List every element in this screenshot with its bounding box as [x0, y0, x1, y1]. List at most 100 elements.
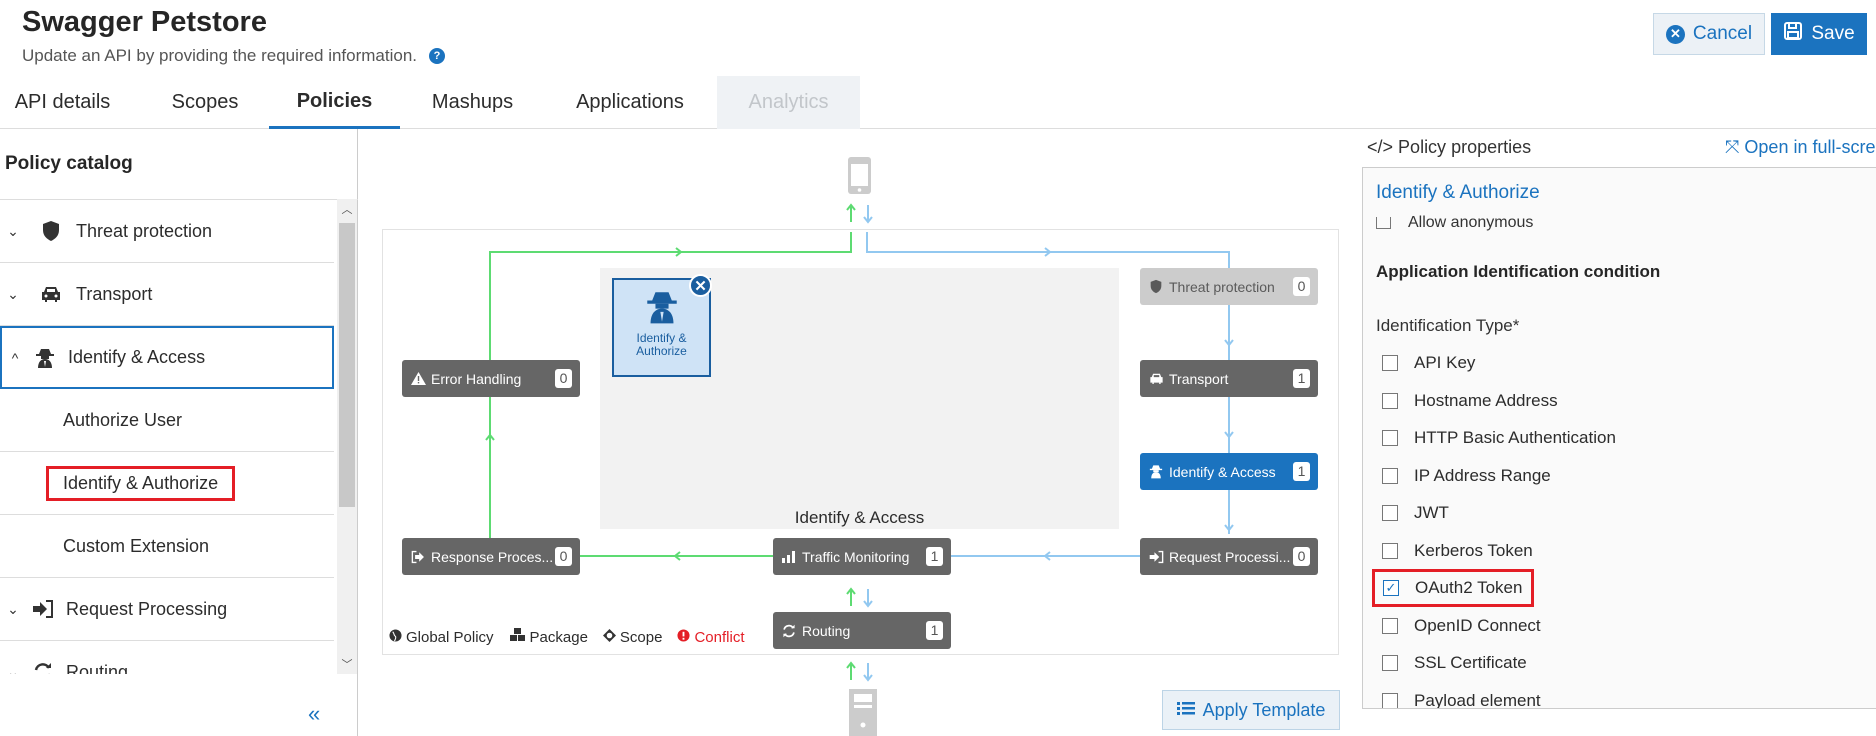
node-label: Threat protection — [1169, 278, 1275, 295]
option-label: Payload element — [1414, 691, 1541, 709]
warning-icon — [410, 372, 426, 385]
node-label: Identify & Access — [1169, 463, 1276, 480]
car-icon — [1148, 372, 1164, 385]
apply-template-button[interactable]: Apply Template — [1162, 690, 1340, 730]
node-label: Traffic Monitoring — [802, 548, 910, 565]
option-label: HTTP Basic Authentication — [1414, 428, 1616, 447]
sign-out-icon — [410, 550, 426, 564]
node-transport[interactable]: Transport 1 — [1140, 360, 1318, 397]
checkbox[interactable] — [1382, 430, 1398, 446]
node-count: 1 — [1293, 369, 1310, 388]
option-api-key[interactable]: API Key — [1382, 350, 1475, 376]
node-request-processing[interactable]: Request Processi... 0 — [1140, 538, 1318, 575]
mobile-client-icon — [848, 157, 871, 194]
checkbox[interactable] — [1382, 543, 1398, 559]
node-label: Error Handling — [431, 370, 522, 387]
code-icon: </> — [1367, 137, 1394, 157]
legend-label: Conflict — [694, 628, 745, 646]
arrow-down-icon — [863, 205, 873, 224]
policy-properties-heading: </> Policy properties — [1367, 137, 1531, 158]
shield-icon — [1148, 279, 1164, 294]
legend-label: Package — [529, 628, 588, 646]
policy-title: Identify & Authorize — [1376, 182, 1540, 203]
node-label: Response Proces... — [431, 548, 554, 565]
arrow-down-icon — [863, 589, 873, 608]
node-identify-access[interactable]: Identify & Access 1 — [1140, 453, 1318, 490]
legend-label: Scope — [619, 628, 663, 646]
option-kerberos-token[interactable]: Kerberos Token — [1382, 538, 1533, 564]
node-error-handling[interactable]: Error Handling 0 — [402, 360, 580, 397]
node-count: 0 — [555, 369, 572, 388]
option-label: Hostname Address — [1414, 391, 1558, 410]
checkbox-label: Allow anonymous — [1408, 214, 1534, 231]
allow-anonymous-checkbox[interactable]: Allow anonymous — [1376, 214, 1533, 232]
option-label: API Key — [1414, 353, 1476, 372]
option-ssl-certificate[interactable]: SSL Certificate — [1382, 650, 1527, 676]
node-label: Routing — [802, 622, 851, 639]
checkbox[interactable] — [1382, 468, 1398, 484]
node-count: 1 — [1293, 462, 1310, 481]
option-label: OAuth2 Token — [1415, 578, 1523, 597]
checkbox[interactable] — [1376, 217, 1391, 229]
legend-package: Package — [509, 628, 588, 646]
node-routing[interactable]: Routing 1 — [773, 612, 951, 649]
policy-properties-label: Policy properties — [1398, 137, 1532, 157]
option-oauth2-token[interactable]: ✓ OAuth2 Token — [1372, 569, 1535, 607]
exclamation-circle-icon — [677, 628, 691, 646]
policy-properties-panel: Identify & Authorize Allow anonymous App… — [1362, 167, 1876, 709]
option-label: SSL Certificate — [1414, 653, 1527, 672]
globe-icon — [389, 628, 402, 646]
cubes-icon — [509, 628, 526, 646]
server-icon — [849, 689, 877, 736]
option-http-basic-auth[interactable]: HTTP Basic Authentication — [1382, 425, 1616, 451]
option-label: Kerberos Token — [1414, 541, 1533, 560]
node-label: Request Processi... — [1169, 548, 1291, 565]
option-payload-element[interactable]: Payload element — [1382, 688, 1541, 709]
legend-scope: Scope — [602, 628, 663, 646]
node-count: 1 — [926, 621, 943, 640]
node-count: 1 — [926, 547, 943, 566]
fullscreen-label: Open in full-scre — [1744, 137, 1876, 157]
node-label: Transport — [1169, 370, 1229, 387]
spy-icon — [1148, 464, 1164, 479]
option-label: IP Address Range — [1414, 466, 1551, 485]
legend-global-policy: Global Policy — [389, 628, 494, 646]
option-openid-connect[interactable]: OpenID Connect — [1382, 613, 1541, 639]
checkbox[interactable] — [1382, 393, 1398, 409]
checkbox[interactable] — [1382, 505, 1398, 521]
arrow-up-icon — [846, 587, 856, 606]
identification-type-label: Identification Type* — [1376, 316, 1520, 335]
section-title: Application Identification condition — [1376, 262, 1661, 281]
sign-in-icon — [1148, 550, 1164, 564]
expand-icon: ⤧ — [1725, 137, 1740, 157]
node-count: 0 — [555, 547, 572, 566]
option-label: JWT — [1414, 503, 1449, 522]
option-jwt[interactable]: JWT — [1382, 500, 1449, 526]
legend-conflict: Conflict — [677, 628, 745, 646]
node-count: 0 — [1293, 547, 1310, 566]
checkbox[interactable] — [1382, 355, 1398, 371]
arrow-up-icon — [846, 203, 856, 222]
checkbox[interactable] — [1382, 693, 1398, 708]
node-response-processing[interactable]: Response Proces... 0 — [402, 538, 580, 575]
option-ip-address-range[interactable]: IP Address Range — [1382, 463, 1551, 489]
remove-policy-icon[interactable]: ✕ — [689, 274, 712, 297]
checkbox-checked[interactable]: ✓ — [1383, 580, 1399, 596]
open-fullscreen-link[interactable]: ⤧ Open in full-scre — [1725, 137, 1875, 158]
crosshair-icon — [602, 628, 616, 646]
policy-card-label: Identify & Authorize — [636, 331, 687, 358]
legend-label: Global Policy — [406, 628, 494, 646]
bar-chart-icon — [781, 550, 797, 563]
option-label: OpenID Connect — [1414, 616, 1541, 635]
list-icon — [1176, 700, 1195, 721]
checkbox[interactable] — [1382, 618, 1398, 634]
arrow-down-icon — [863, 663, 873, 682]
diagram-legend: Global Policy Package Scope Conflict — [389, 628, 745, 646]
apply-template-label: Apply Template — [1202, 699, 1326, 720]
node-threat-protection[interactable]: Threat protection 0 — [1140, 268, 1318, 305]
node-traffic-monitoring[interactable]: Traffic Monitoring 1 — [773, 538, 951, 575]
checkbox[interactable] — [1382, 655, 1398, 671]
option-hostname-address[interactable]: Hostname Address — [1382, 388, 1558, 414]
node-count: 0 — [1293, 277, 1310, 296]
arrow-up-icon — [846, 661, 856, 680]
